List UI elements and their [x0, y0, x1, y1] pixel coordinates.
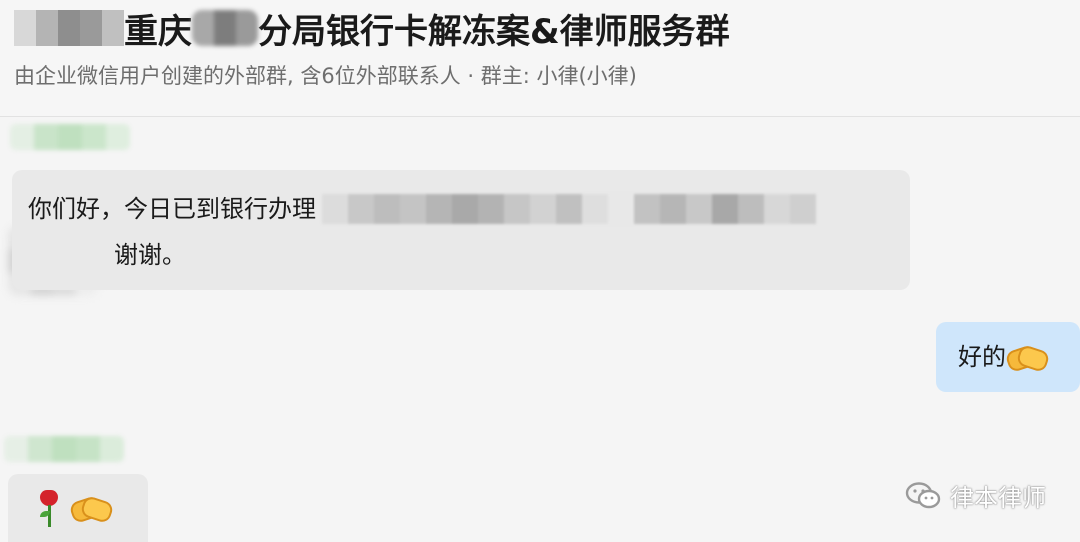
message-text: 你们好，今日已到银行办理: [28, 195, 316, 223]
message-bubble[interactable]: [8, 474, 148, 542]
redacted-title-left: [14, 10, 124, 46]
message-bubble[interactable]: 你们好，今日已到银行办理 谢谢。: [12, 170, 910, 290]
group-title: 重庆 分局银行卡解冻案&律师服务群: [14, 6, 730, 52]
group-subtitle: 由企业微信用户创建的外部群, 含6位外部联系人 · 群主: 小律(小律): [14, 64, 637, 88]
redacted-title-middle: [192, 10, 258, 46]
message-text: 好的: [958, 343, 1006, 371]
chat-header: 重庆 分局银行卡解冻案&律师服务群 由企业微信用户创建的外部群, 含6位外部联系…: [0, 0, 1080, 117]
handshake-emoji-icon: [68, 493, 115, 525]
message-text-line2: 谢谢。: [114, 241, 186, 269]
message-bubble-own[interactable]: 好的: [936, 322, 1080, 392]
handshake-emoji-icon: [1004, 342, 1051, 374]
rose-emoji-icon: [36, 488, 62, 528]
wechat-icon: [905, 481, 941, 508]
group-title-suffix: 分局银行卡解冻案&律师服务群: [258, 11, 730, 52]
group-title-prefix: 重庆: [124, 11, 192, 52]
watermark-text: 律本律师: [950, 484, 1046, 512]
redacted-text: [322, 194, 816, 224]
sender-name-redacted: [4, 436, 124, 462]
sender-name-redacted: [10, 124, 130, 150]
watermark: 律本律师: [904, 478, 1046, 513]
